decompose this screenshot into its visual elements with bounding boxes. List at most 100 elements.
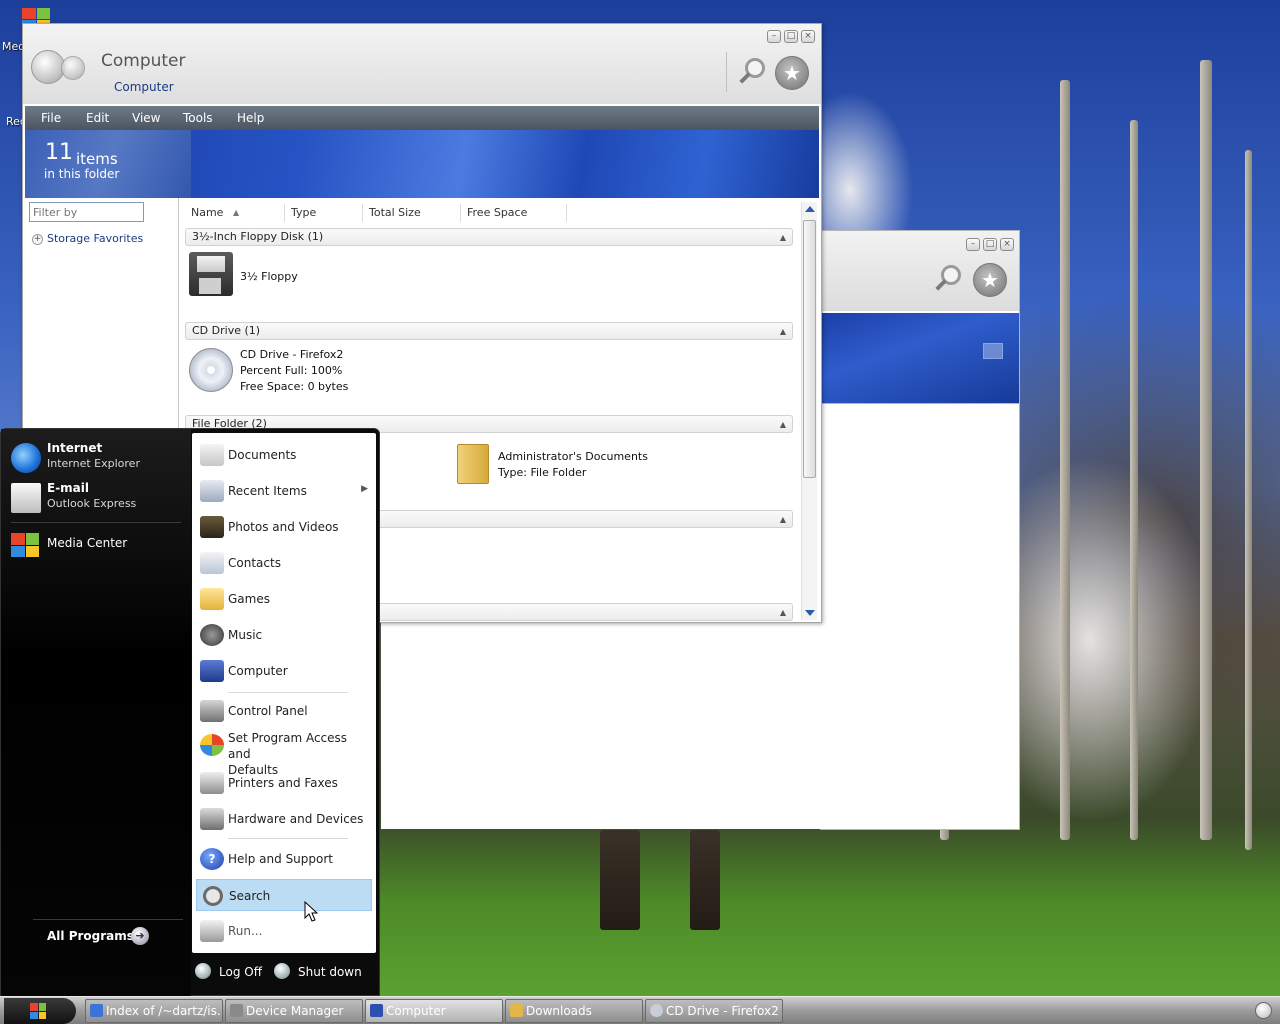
- menu-bar: File Edit View Tools Help: [25, 106, 819, 130]
- menu-item-computer[interactable]: Computer: [196, 655, 372, 687]
- menu-item-games[interactable]: Games: [196, 583, 372, 615]
- pinned-email[interactable]: E-mail Outlook Express: [9, 479, 189, 515]
- shut-down-button[interactable]: Shut down: [298, 965, 362, 979]
- menu-item-run[interactable]: Run...: [196, 915, 372, 947]
- collapse-icon[interactable]: ▲: [780, 230, 786, 246]
- scroll-down-icon[interactable]: [805, 610, 815, 616]
- power-icon[interactable]: [274, 963, 290, 979]
- maximize-button[interactable]: □: [784, 30, 798, 43]
- taskbar-button-device-manager[interactable]: Device Manager: [225, 999, 363, 1023]
- pinned-subtitle: Outlook Express: [47, 497, 137, 510]
- background-window[interactable]: – □ × ★: [381, 230, 1020, 830]
- close-button[interactable]: ×: [801, 30, 815, 43]
- favorites-star-icon[interactable]: ★: [973, 263, 1007, 297]
- start-menu-places: Documents Recent Items ▶ Photos and Vide…: [192, 433, 376, 953]
- search-icon[interactable]: [737, 56, 771, 90]
- log-off-icon[interactable]: [195, 963, 211, 979]
- background-window-titlebar[interactable]: – □ × ★: [821, 231, 1019, 311]
- close-button[interactable]: ×: [1000, 238, 1014, 251]
- help-icon: ?: [200, 848, 224, 870]
- outlook-express-icon: [11, 483, 41, 513]
- menu-item-photos-and-videos[interactable]: Photos and Videos: [196, 511, 372, 543]
- forward-button[interactable]: [61, 56, 85, 80]
- column-header-name[interactable]: Name ▲: [185, 204, 285, 222]
- tree-trunk: [1130, 120, 1138, 840]
- pinned-title: Internet: [47, 441, 103, 455]
- expand-icon[interactable]: +: [32, 234, 43, 245]
- pinned-internet[interactable]: Internet Internet Explorer: [9, 439, 189, 475]
- floppy-label[interactable]: 3½ Floppy: [240, 269, 298, 285]
- menu-item-label: Games: [228, 592, 270, 606]
- cd-drive-label[interactable]: CD Drive - Firefox2: [240, 347, 343, 363]
- menu-view[interactable]: View: [132, 111, 160, 125]
- collapse-icon[interactable]: ▲: [780, 324, 786, 340]
- arrow-right-icon[interactable]: ➜: [131, 927, 149, 945]
- filter-input[interactable]: [29, 202, 144, 222]
- column-header-free-space[interactable]: Free Space: [461, 204, 567, 222]
- vertical-scrollbar[interactable]: [801, 202, 817, 620]
- menu-item-search[interactable]: Search: [196, 879, 372, 911]
- nav-storage-favorites[interactable]: Storage Favorites: [47, 232, 143, 245]
- menu-item-hardware-and-devices[interactable]: Hardware and Devices: [196, 803, 372, 835]
- menu-edit[interactable]: Edit: [86, 111, 109, 125]
- program-access-icon: [200, 734, 224, 756]
- menu-item-help-and-support[interactable]: ? Help and Support: [196, 843, 372, 875]
- task-label: Computer: [386, 1004, 446, 1018]
- cd-drive-icon: [650, 1004, 663, 1017]
- menu-item-documents[interactable]: Documents: [196, 439, 372, 471]
- menu-item-label: Documents: [228, 448, 297, 462]
- all-programs-link[interactable]: All Programs: [47, 929, 134, 943]
- favorites-star-icon[interactable]: ★: [775, 56, 809, 90]
- minimize-button[interactable]: –: [966, 238, 980, 251]
- chevron-right-icon: ▶: [361, 484, 368, 494]
- taskbar: Index of /~dartz/is... Device Manager Co…: [0, 996, 1280, 1024]
- menu-tools[interactable]: Tools: [183, 111, 213, 125]
- printer-icon: [200, 772, 224, 794]
- cd-drive-icon[interactable]: [189, 348, 233, 392]
- menu-item-label: Hardware and Devices: [228, 812, 364, 826]
- explorer-titlebar[interactable]: Computer Computer ★ – □ ×: [23, 24, 821, 104]
- view-toggle-icon[interactable]: [983, 343, 1003, 359]
- taskbar-button-downloads[interactable]: Downloads: [505, 999, 643, 1023]
- menu-item-recent-items[interactable]: Recent Items ▶: [196, 475, 372, 507]
- group-header[interactable]: CD Drive (1) ▲: [185, 322, 793, 340]
- menu-item-label: Photos and Videos: [228, 520, 339, 534]
- music-icon: [200, 624, 224, 646]
- scrollbar-thumb[interactable]: [803, 220, 816, 478]
- separator: [228, 692, 348, 693]
- start-menu-programs: Internet Internet Explorer E-mail Outloo…: [1, 429, 191, 997]
- collapse-icon[interactable]: ▲: [780, 417, 786, 433]
- control-panel-icon: [200, 700, 224, 722]
- collapse-icon[interactable]: ▲: [780, 605, 786, 621]
- menu-file[interactable]: File: [41, 111, 61, 125]
- folder-icon[interactable]: [457, 444, 489, 484]
- menu-help[interactable]: Help: [237, 111, 264, 125]
- notification-area-icon[interactable]: [1255, 1002, 1272, 1019]
- taskbar-button-computer[interactable]: Computer: [365, 999, 503, 1023]
- search-icon[interactable]: [933, 263, 967, 297]
- minimize-button[interactable]: –: [767, 30, 781, 43]
- recent-media-center[interactable]: Media Center: [9, 527, 189, 563]
- scroll-up-icon[interactable]: [805, 206, 815, 212]
- group-header[interactable]: 3½-Inch Floppy Disk (1) ▲: [185, 228, 793, 246]
- folder-label[interactable]: Administrator's Documents: [498, 449, 648, 465]
- menu-item-label: Recent Items: [228, 484, 307, 498]
- menu-item-control-panel[interactable]: Control Panel: [196, 695, 372, 727]
- address-breadcrumb[interactable]: Computer: [114, 80, 174, 94]
- menu-item-music[interactable]: Music: [196, 619, 372, 651]
- taskbar-button-browser[interactable]: Index of /~dartz/is...: [85, 999, 223, 1023]
- maximize-button[interactable]: □: [983, 238, 997, 251]
- floppy-disk-icon[interactable]: [189, 252, 233, 296]
- start-menu-footer: Log Off Shut down: [192, 955, 376, 995]
- start-button[interactable]: [4, 998, 76, 1024]
- collapse-icon[interactable]: ▲: [780, 512, 786, 528]
- back-button[interactable]: [31, 50, 65, 84]
- pinned-subtitle: Internet Explorer: [47, 457, 140, 470]
- column-header-total-size[interactable]: Total Size: [363, 204, 461, 222]
- menu-item-printers-and-faxes[interactable]: Printers and Faxes: [196, 767, 372, 799]
- log-off-button[interactable]: Log Off: [219, 965, 262, 979]
- taskbar-button-cd-drive[interactable]: CD Drive - Firefox2: [645, 999, 783, 1023]
- menu-item-set-program-access[interactable]: Set Program Access and Defaults: [196, 729, 372, 777]
- menu-item-contacts[interactable]: Contacts: [196, 547, 372, 579]
- column-header-type[interactable]: Type: [285, 204, 363, 222]
